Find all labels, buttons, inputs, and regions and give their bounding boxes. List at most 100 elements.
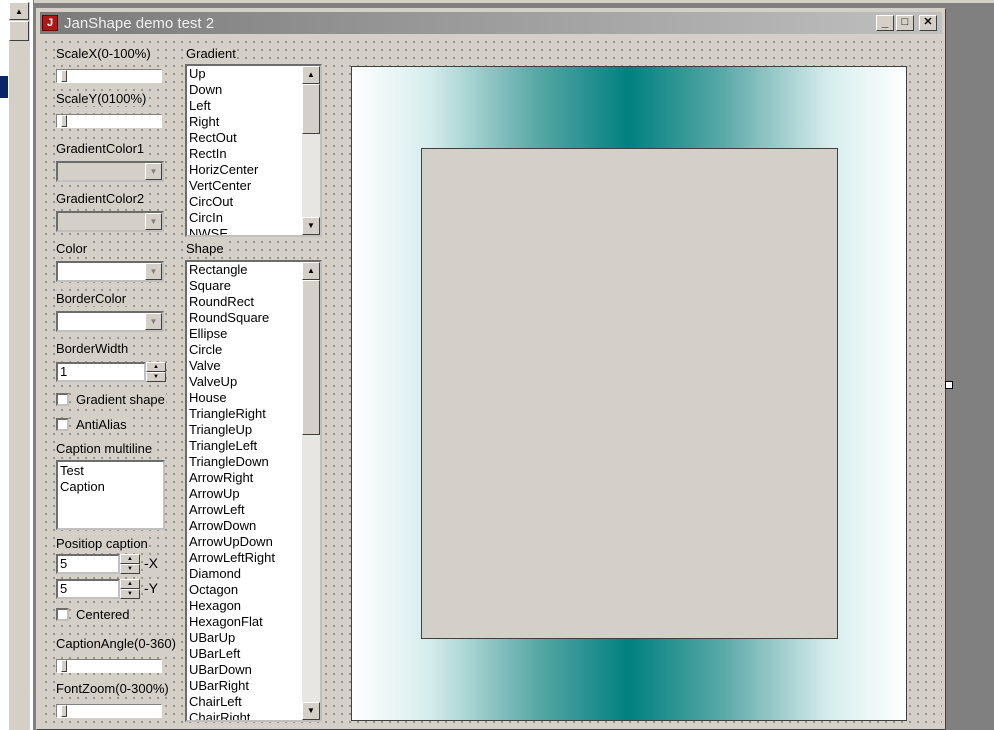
gradient-item[interactable]: HorizCenter — [189, 162, 301, 178]
chevron-down-icon[interactable]: ▼ — [145, 313, 162, 330]
position-y-spinner[interactable]: ▲ ▼ — [120, 579, 140, 599]
border-width-label: BorderWidth — [55, 341, 130, 356]
gradient-listbox[interactable]: Up Down Left Right RectOut RectIn HorizCenter V… — [185, 64, 322, 237]
shape-item[interactable]: UBarUp — [189, 630, 301, 646]
spin-up-icon[interactable]: ▲ — [120, 579, 140, 589]
gradient-color2-select[interactable]: ▼ — [56, 211, 164, 232]
shape-item[interactable]: TriangleUp — [189, 422, 301, 438]
shape-item[interactable]: RoundRect — [189, 294, 301, 310]
maximize-button[interactable]: □ — [896, 15, 914, 31]
spin-down-icon[interactable]: ▼ — [120, 564, 140, 574]
gradient-item[interactable]: Right — [189, 114, 301, 130]
shape-item[interactable]: ChairLeft — [189, 694, 301, 710]
color-label: Color — [55, 241, 89, 256]
shape-scrollbar[interactable]: ▲ ▼ — [302, 262, 320, 720]
shape-item[interactable]: UBarDown — [189, 662, 301, 678]
app-icon[interactable]: J — [42, 15, 58, 31]
centered-label[interactable]: Centered — [75, 607, 131, 622]
gradient-scrollbar[interactable]: ▲ ▼ — [302, 66, 320, 235]
spin-down-icon[interactable]: ▼ — [146, 372, 166, 382]
centered-checkbox[interactable] — [56, 608, 69, 621]
gradient-item[interactable]: CircOut — [189, 194, 301, 210]
shape-item[interactable]: Diamond — [189, 566, 301, 582]
scalex-thumb[interactable] — [61, 70, 67, 82]
scroll-up-icon[interactable]: ▲ — [302, 66, 320, 84]
chevron-down-icon[interactable]: ▼ — [145, 263, 162, 280]
close-button[interactable]: ✕ — [919, 15, 937, 31]
scaley-thumb[interactable] — [61, 115, 67, 127]
spin-up-icon[interactable]: ▲ — [146, 362, 166, 372]
scroll-thumb[interactable] — [302, 84, 320, 134]
position-x-spinner[interactable]: ▲ ▼ — [120, 554, 140, 574]
scroll-up-icon[interactable]: ▲ — [302, 262, 320, 280]
gradient-item[interactable]: Left — [189, 98, 301, 114]
gradient-item[interactable]: RectIn — [189, 146, 301, 162]
border-color-select[interactable]: ▼ — [56, 311, 164, 332]
font-zoom-trackbar[interactable] — [56, 704, 162, 718]
title-bar[interactable]: J JanShape demo test 2 _ □ ✕ — [40, 12, 942, 34]
shape-item[interactable]: HexagonFlat — [189, 614, 301, 630]
antialias-checkbox[interactable] — [56, 418, 69, 431]
gradient-item[interactable]: Down — [189, 82, 301, 98]
shape-item[interactable]: ArrowRight — [189, 470, 301, 486]
gradient-label: Gradient — [185, 46, 237, 61]
shape-item[interactable]: Hexagon — [189, 598, 301, 614]
scroll-down-icon[interactable]: ▼ — [302, 702, 320, 720]
shape-item[interactable]: ArrowLeft — [189, 502, 301, 518]
spin-up-icon[interactable]: ▲ — [120, 554, 140, 564]
background-vertical-scrollbar[interactable]: ▲ — [8, 2, 30, 730]
shape-item[interactable]: Valve — [189, 358, 301, 374]
gradient-color1-label: GradientColor1 — [55, 141, 146, 156]
position-x-input[interactable]: 5 — [56, 554, 120, 574]
gradient-color1-select[interactable]: ▼ — [56, 161, 164, 182]
border-width-spinner[interactable]: ▲ ▼ — [146, 362, 166, 382]
shape-item[interactable]: TriangleDown — [189, 454, 301, 470]
shape-item[interactable]: Ellipse — [189, 326, 301, 342]
caption-memo[interactable]: Test Caption — [56, 460, 165, 530]
caption-angle-trackbar[interactable] — [56, 659, 162, 673]
gradient-shape-checkbox[interactable] — [56, 393, 69, 406]
gradient-item[interactable]: RectOut — [189, 130, 301, 146]
shape-preview-canvas[interactable] — [351, 66, 907, 721]
shape-item[interactable]: Rectangle — [189, 262, 301, 278]
shape-item[interactable]: ArrowLeftRight — [189, 550, 301, 566]
shape-item[interactable]: RoundSquare — [189, 310, 301, 326]
caption-angle-thumb[interactable] — [61, 660, 67, 672]
scalex-trackbar[interactable] — [56, 69, 162, 83]
scroll-down-icon[interactable]: ▼ — [302, 217, 320, 235]
scaley-trackbar[interactable] — [56, 114, 162, 128]
shape-item[interactable]: Square — [189, 278, 301, 294]
gradient-shape-label[interactable]: Gradient shape — [75, 392, 166, 407]
shape-item[interactable]: ArrowDown — [189, 518, 301, 534]
scroll-thumb[interactable] — [9, 21, 29, 41]
shape-item[interactable]: ValveUp — [189, 374, 301, 390]
shape-item[interactable]: ArrowUp — [189, 486, 301, 502]
color-select[interactable]: ▼ — [56, 261, 164, 282]
shape-item[interactable]: UBarLeft — [189, 646, 301, 662]
resize-handle[interactable] — [945, 381, 953, 389]
gradient-item[interactable]: VertCenter — [189, 178, 301, 194]
shape-item[interactable]: TriangleLeft — [189, 438, 301, 454]
shape-item[interactable]: ArrowUpDown — [189, 534, 301, 550]
window-title: JanShape demo test 2 — [64, 14, 215, 32]
antialias-label[interactable]: AntiAlias — [75, 417, 128, 432]
gradient-item[interactable]: CircIn — [189, 210, 301, 226]
shape-item[interactable]: UBarRight — [189, 678, 301, 694]
gradient-item[interactable]: NWSE — [189, 226, 301, 235]
scroll-up-icon[interactable]: ▲ — [9, 2, 29, 20]
scroll-thumb[interactable] — [302, 280, 320, 435]
gradient-item[interactable]: Up — [189, 66, 301, 82]
position-y-input[interactable]: 5 — [56, 579, 120, 599]
shape-item[interactable]: ChairRight — [189, 710, 301, 720]
minimize-button[interactable]: _ — [876, 15, 894, 31]
spin-down-icon[interactable]: ▼ — [120, 589, 140, 599]
shape-listbox[interactable]: Rectangle Square RoundRect RoundSquare Ellip… — [185, 260, 322, 722]
border-width-input[interactable]: 1 — [56, 362, 146, 382]
shape-item[interactable]: House — [189, 390, 301, 406]
shape-item[interactable]: Octagon — [189, 582, 301, 598]
chevron-down-icon[interactable]: ▼ — [145, 163, 162, 180]
shape-item[interactable]: TriangleRight — [189, 406, 301, 422]
shape-item[interactable]: Circle — [189, 342, 301, 358]
font-zoom-thumb[interactable] — [61, 705, 67, 717]
chevron-down-icon[interactable]: ▼ — [145, 213, 162, 230]
